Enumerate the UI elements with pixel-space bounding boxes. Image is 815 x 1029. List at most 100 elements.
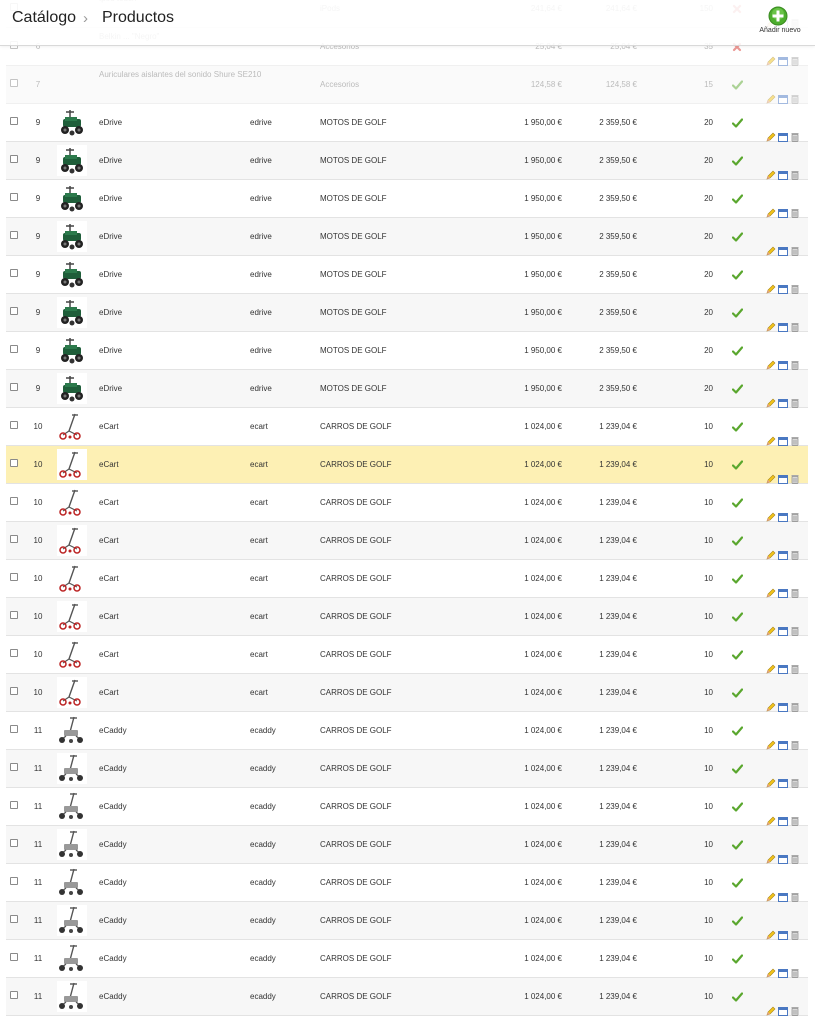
status-toggle[interactable] (732, 294, 744, 331)
row-checkbox[interactable] (10, 940, 20, 977)
duplicate-icon[interactable] (778, 574, 788, 598)
enabled-check-icon[interactable] (732, 840, 743, 850)
status-toggle[interactable] (732, 674, 744, 711)
table-row[interactable]: 9 eDrive edrive MOTOS DE GOLF 1 950,00 € 2 35… (6, 142, 808, 180)
delete-icon[interactable] (790, 650, 800, 674)
edit-icon[interactable] (766, 916, 776, 940)
row-checkbox[interactable] (10, 142, 20, 179)
product-name[interactable]: eCart (99, 446, 119, 483)
edit-icon[interactable] (766, 384, 776, 408)
delete-icon[interactable] (790, 612, 800, 636)
delete-icon[interactable] (790, 422, 800, 446)
delete-icon[interactable] (790, 802, 800, 826)
product-name[interactable]: eCaddy (99, 826, 127, 863)
delete-icon[interactable] (790, 574, 800, 598)
duplicate-icon[interactable] (778, 194, 788, 218)
table-row[interactable]: 10 eCart ecart CARROS DE GOLF 1 024,00 € 1 23… (6, 522, 808, 560)
row-checkbox[interactable] (10, 902, 20, 939)
enabled-check-icon[interactable] (732, 916, 743, 926)
status-toggle[interactable] (732, 712, 744, 749)
duplicate-icon[interactable] (778, 878, 788, 902)
enabled-check-icon[interactable] (732, 422, 743, 432)
duplicate-icon[interactable] (778, 156, 788, 180)
duplicate-icon[interactable] (778, 308, 788, 332)
table-row[interactable]: 10 eCart ecart CARROS DE GOLF 1 024,00 € 1 23… (6, 674, 808, 712)
edit-icon[interactable] (766, 270, 776, 294)
duplicate-icon[interactable] (778, 346, 788, 370)
product-name[interactable]: eDrive (99, 332, 122, 369)
duplicate-icon[interactable] (778, 536, 788, 560)
row-checkbox[interactable] (10, 446, 20, 483)
duplicate-icon[interactable] (778, 726, 788, 750)
enabled-check-icon[interactable] (732, 536, 743, 546)
product-name[interactable]: eCaddy (99, 712, 127, 749)
enabled-check-icon[interactable] (732, 194, 743, 204)
edit-icon[interactable] (766, 574, 776, 598)
status-toggle[interactable] (732, 864, 744, 901)
enabled-check-icon[interactable] (732, 954, 743, 964)
row-checkbox[interactable] (10, 522, 20, 559)
table-row[interactable]: 10 eCart ecart CARROS DE GOLF 1 024,00 € 1 23… (6, 484, 808, 522)
duplicate-icon[interactable] (778, 650, 788, 674)
table-row[interactable]: 10 eCart ecart CARROS DE GOLF 1 024,00 € 1 23… (6, 598, 808, 636)
edit-icon[interactable] (766, 498, 776, 522)
table-row[interactable]: 11 eCaddy ecaddy CARROS DE GOLF 1 024,00 € 1 … (6, 902, 808, 940)
enabled-check-icon[interactable] (732, 802, 743, 812)
delete-icon[interactable] (790, 688, 800, 712)
product-name[interactable]: eCart (99, 408, 119, 445)
edit-icon[interactable] (766, 80, 776, 104)
delete-icon[interactable] (790, 764, 800, 788)
enabled-check-icon[interactable] (732, 650, 743, 660)
enabled-check-icon[interactable] (732, 118, 743, 128)
duplicate-icon[interactable] (778, 954, 788, 978)
edit-icon[interactable] (766, 460, 776, 484)
table-row[interactable]: 11 eCaddy ecaddy CARROS DE GOLF 1 024,00 € 1 … (6, 826, 808, 864)
duplicate-icon[interactable] (778, 764, 788, 788)
row-checkbox[interactable] (10, 66, 20, 103)
product-name[interactable]: eCart (99, 560, 119, 597)
delete-icon[interactable] (790, 346, 800, 370)
delete-icon[interactable] (790, 308, 800, 332)
table-row[interactable]: 9 eDrive edrive MOTOS DE GOLF 1 950,00 € 2 35… (6, 218, 808, 256)
table-row[interactable]: 11 eCaddy ecaddy CARROS DE GOLF 1 024,00 € 1 … (6, 712, 808, 750)
table-row[interactable]: 11 eCaddy ecaddy CARROS DE GOLF 1 024,00 € 1 … (6, 788, 808, 826)
product-name[interactable]: eDrive (99, 142, 122, 179)
table-row[interactable]: 10 eCart ecart CARROS DE GOLF 1 024,00 € 1 23… (6, 560, 808, 598)
enabled-check-icon[interactable] (732, 688, 743, 698)
table-row[interactable]: 9 eDrive edrive MOTOS DE GOLF 1 950,00 € 2 35… (6, 294, 808, 332)
table-row[interactable]: 9 eDrive edrive MOTOS DE GOLF 1 950,00 € 2 35… (6, 180, 808, 218)
row-checkbox[interactable] (10, 256, 20, 293)
product-name[interactable]: eCaddy (99, 940, 127, 977)
product-name[interactable]: eCart (99, 636, 119, 673)
row-checkbox[interactable] (10, 750, 20, 787)
table-row[interactable]: 11 eCaddy ecaddy CARROS DE GOLF 1 024,00 € 1 … (6, 978, 808, 1016)
table-row[interactable]: 10 eCart ecart CARROS DE GOLF 1 024,00 € 1 23… (6, 636, 808, 674)
row-checkbox[interactable] (10, 370, 20, 407)
edit-icon[interactable] (766, 536, 776, 560)
row-checkbox[interactable] (10, 636, 20, 673)
enabled-check-icon[interactable] (732, 232, 743, 242)
delete-icon[interactable] (790, 916, 800, 940)
delete-icon[interactable] (790, 460, 800, 484)
table-row[interactable]: 9 eDrive edrive MOTOS DE GOLF 1 950,00 € 2 35… (6, 370, 808, 408)
status-toggle[interactable] (732, 788, 744, 825)
delete-icon[interactable] (790, 384, 800, 408)
enabled-check-icon[interactable] (732, 764, 743, 774)
table-row[interactable]: 11 eCaddy ecaddy CARROS DE GOLF 1 024,00 € 1 … (6, 864, 808, 902)
duplicate-icon[interactable] (778, 916, 788, 940)
enabled-check-icon[interactable] (732, 992, 743, 1002)
row-checkbox[interactable] (10, 484, 20, 521)
table-row[interactable]: 9 eDrive edrive MOTOS DE GOLF 1 950,00 € 2 35… (6, 104, 808, 142)
edit-icon[interactable] (766, 194, 776, 218)
status-toggle[interactable] (732, 598, 744, 635)
edit-icon[interactable] (766, 802, 776, 826)
product-name[interactable]: eCart (99, 484, 119, 521)
product-name[interactable]: eCaddy (99, 902, 127, 939)
edit-icon[interactable] (766, 422, 776, 446)
table-row[interactable]: 9 eDrive edrive MOTOS DE GOLF 1 950,00 € 2 35… (6, 332, 808, 370)
enabled-check-icon[interactable] (732, 346, 743, 356)
product-name[interactable]: eCaddy (99, 788, 127, 825)
delete-icon[interactable] (790, 954, 800, 978)
edit-icon[interactable] (766, 156, 776, 180)
enabled-check-icon[interactable] (732, 384, 743, 394)
